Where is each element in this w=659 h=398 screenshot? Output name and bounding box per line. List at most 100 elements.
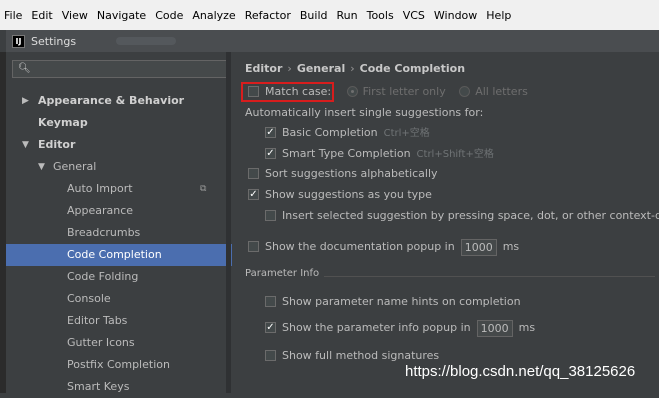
sort-alphabetically-label: Sort suggestions alphabetically bbox=[265, 167, 438, 180]
param-hints-label: Show parameter name hints on completion bbox=[282, 295, 521, 308]
menu-window[interactable]: Window bbox=[434, 9, 477, 22]
collapse-arrow-icon[interactable]: ▼ bbox=[38, 156, 45, 178]
settings-content: Editor › General › Code Completion Match cas… bbox=[232, 52, 659, 393]
doc-popup-delay-input[interactable]: 1000 bbox=[460, 238, 497, 256]
sidebar-item-smart-keys[interactable]: Smart Keys bbox=[6, 376, 232, 398]
blurred-title-area bbox=[116, 37, 177, 45]
sidebar-item-general[interactable]: ▼ General bbox=[6, 156, 232, 178]
sidebar-item-code-completion[interactable]: Code Completion bbox=[6, 244, 232, 266]
expand-arrow-icon[interactable]: ▶ bbox=[22, 90, 29, 112]
collapse-arrow-icon[interactable]: ▼ bbox=[22, 134, 29, 156]
doc-popup-checkbox[interactable] bbox=[248, 240, 259, 252]
sidebar-item-label: Editor Tabs bbox=[67, 314, 128, 327]
show-as-type-checkbox[interactable]: ✓ bbox=[248, 188, 259, 200]
sidebar-item-label: Appearance bbox=[67, 204, 134, 217]
sidebar-item-editor[interactable]: ▼ Editor bbox=[6, 134, 232, 156]
intellij-icon: IJ bbox=[12, 34, 25, 48]
menu-help[interactable]: Help bbox=[486, 9, 511, 22]
sidebar-item-auto-import[interactable]: Auto Import ⧉ bbox=[6, 178, 232, 200]
basic-completion-row: ✓ Basic Completion Ctrl+空格 bbox=[265, 124, 430, 142]
sidebar-item-label: General bbox=[53, 160, 97, 173]
breadcrumb-separator-icon: › bbox=[350, 62, 355, 75]
settings-sidebar: 🔍︎ ▶ Appearance & Behavior Keymap ▼ Edit… bbox=[6, 52, 232, 393]
menu-view[interactable]: View bbox=[62, 9, 88, 22]
project-settings-icon: ⧉ bbox=[200, 184, 207, 194]
smart-completion-shortcut: Ctrl+Shift+空格 bbox=[416, 149, 494, 160]
doc-popup-label: Show the documentation popup in bbox=[265, 240, 455, 253]
sidebar-item-appearance[interactable]: Appearance bbox=[6, 200, 232, 222]
sidebar-item-appearance-behavior[interactable]: ▶ Appearance & Behavior bbox=[6, 90, 232, 112]
param-popup-delay-input[interactable]: 1000 bbox=[476, 319, 513, 337]
insert-selected-label: Insert selected suggestion by pressing s… bbox=[282, 209, 659, 222]
sidebar-scrollbar[interactable] bbox=[226, 52, 231, 393]
param-hints-row: Show parameter name hints on completion bbox=[265, 293, 521, 311]
insert-selected-checkbox[interactable] bbox=[265, 209, 276, 221]
sidebar-item-code-folding[interactable]: Code Folding bbox=[6, 266, 232, 288]
sidebar-item-label: Gutter Icons bbox=[67, 336, 135, 349]
breadcrumb-editor: Editor bbox=[245, 62, 283, 75]
param-hints-checkbox[interactable] bbox=[265, 295, 276, 307]
search-input[interactable] bbox=[35, 62, 220, 76]
menu-navigate[interactable]: Navigate bbox=[97, 9, 146, 22]
annotation-highlight-box bbox=[241, 82, 334, 102]
sidebar-item-label: Code Completion bbox=[67, 248, 162, 261]
param-popup-label: Show the parameter info popup in bbox=[282, 321, 471, 334]
show-as-type-row: ✓ Show suggestions as you type bbox=[248, 186, 432, 204]
param-popup-checkbox[interactable]: ✓ bbox=[265, 321, 276, 333]
sidebar-item-label: Smart Keys bbox=[67, 380, 130, 393]
menu-analyze[interactable]: Analyze bbox=[192, 9, 235, 22]
sidebar-item-label: Editor bbox=[38, 138, 76, 151]
first-letter-radio[interactable] bbox=[346, 85, 358, 97]
menu-vcs[interactable]: VCS bbox=[403, 9, 425, 22]
watermark-text: https://blog.csdn.net/qq_38125626 bbox=[405, 363, 636, 380]
auto-insert-label: Automatically insert single suggestions … bbox=[245, 106, 484, 119]
all-letters-radio[interactable] bbox=[459, 85, 471, 97]
sidebar-item-breadcrumbs[interactable]: Breadcrumbs bbox=[6, 222, 232, 244]
search-icon[interactable]: 🔍︎ bbox=[18, 63, 31, 74]
doc-popup-unit: ms bbox=[502, 240, 520, 253]
param-popup-unit: ms bbox=[518, 321, 536, 334]
menu-bar: File Edit View Navigate Code Analyze Ref… bbox=[0, 0, 659, 30]
menu-code[interactable]: Code bbox=[155, 9, 183, 22]
show-as-type-label: Show suggestions as you type bbox=[265, 188, 432, 201]
sidebar-item-label: Appearance & Behavior bbox=[38, 94, 185, 107]
breadcrumb-separator-icon: › bbox=[287, 62, 292, 75]
sidebar-item-gutter-icons[interactable]: Gutter Icons bbox=[6, 332, 232, 354]
breadcrumb: Editor › General › Code Completion bbox=[245, 62, 465, 75]
menu-refactor[interactable]: Refactor bbox=[245, 9, 291, 22]
parameter-info-title: Parameter Info bbox=[245, 268, 325, 279]
settings-titlebar: IJ Settings bbox=[6, 30, 659, 52]
menu-file[interactable]: File bbox=[4, 9, 22, 22]
insert-selected-row: Insert selected suggestion by pressing s… bbox=[265, 207, 659, 225]
basic-completion-label: Basic Completion bbox=[282, 126, 378, 139]
smart-completion-label: Smart Type Completion bbox=[282, 147, 411, 160]
menu-tools[interactable]: Tools bbox=[367, 9, 394, 22]
sort-alphabetically-checkbox[interactable] bbox=[248, 167, 259, 179]
breadcrumb-code-completion: Code Completion bbox=[359, 62, 466, 75]
sidebar-item-label: Keymap bbox=[38, 116, 88, 129]
full-signatures-checkbox[interactable] bbox=[265, 349, 276, 361]
all-letters-label: All letters bbox=[475, 85, 528, 98]
smart-completion-row: ✓ Smart Type Completion Ctrl+Shift+空格 bbox=[265, 145, 494, 163]
sort-row: Sort suggestions alphabetically bbox=[248, 165, 438, 183]
menu-edit[interactable]: Edit bbox=[31, 9, 52, 22]
sidebar-item-label: Console bbox=[67, 292, 111, 305]
sidebar-item-label: Code Folding bbox=[67, 270, 139, 283]
sidebar-item-label: Postfix Completion bbox=[67, 358, 170, 371]
doc-popup-row: Show the documentation popup in 1000 ms bbox=[248, 238, 519, 256]
param-popup-row: ✓ Show the parameter info popup in 1000 ms bbox=[265, 319, 535, 337]
sidebar-item-label: Breadcrumbs bbox=[67, 226, 141, 239]
menu-build[interactable]: Build bbox=[300, 9, 328, 22]
full-signatures-label: Show full method signatures bbox=[282, 349, 440, 362]
basic-completion-shortcut: Ctrl+空格 bbox=[383, 128, 430, 139]
smart-completion-checkbox[interactable]: ✓ bbox=[265, 147, 276, 159]
sidebar-item-editor-tabs[interactable]: Editor Tabs bbox=[6, 310, 232, 332]
sidebar-item-keymap[interactable]: Keymap bbox=[6, 112, 232, 134]
menu-run[interactable]: Run bbox=[337, 9, 358, 22]
sidebar-item-console[interactable]: Console bbox=[6, 288, 232, 310]
window-title: Settings bbox=[31, 34, 77, 48]
sidebar-item-postfix-completion[interactable]: Postfix Completion bbox=[6, 354, 232, 376]
sidebar-item-label: Auto Import bbox=[67, 182, 133, 195]
search-box[interactable]: 🔍︎ bbox=[12, 60, 228, 78]
basic-completion-checkbox[interactable]: ✓ bbox=[265, 126, 276, 138]
